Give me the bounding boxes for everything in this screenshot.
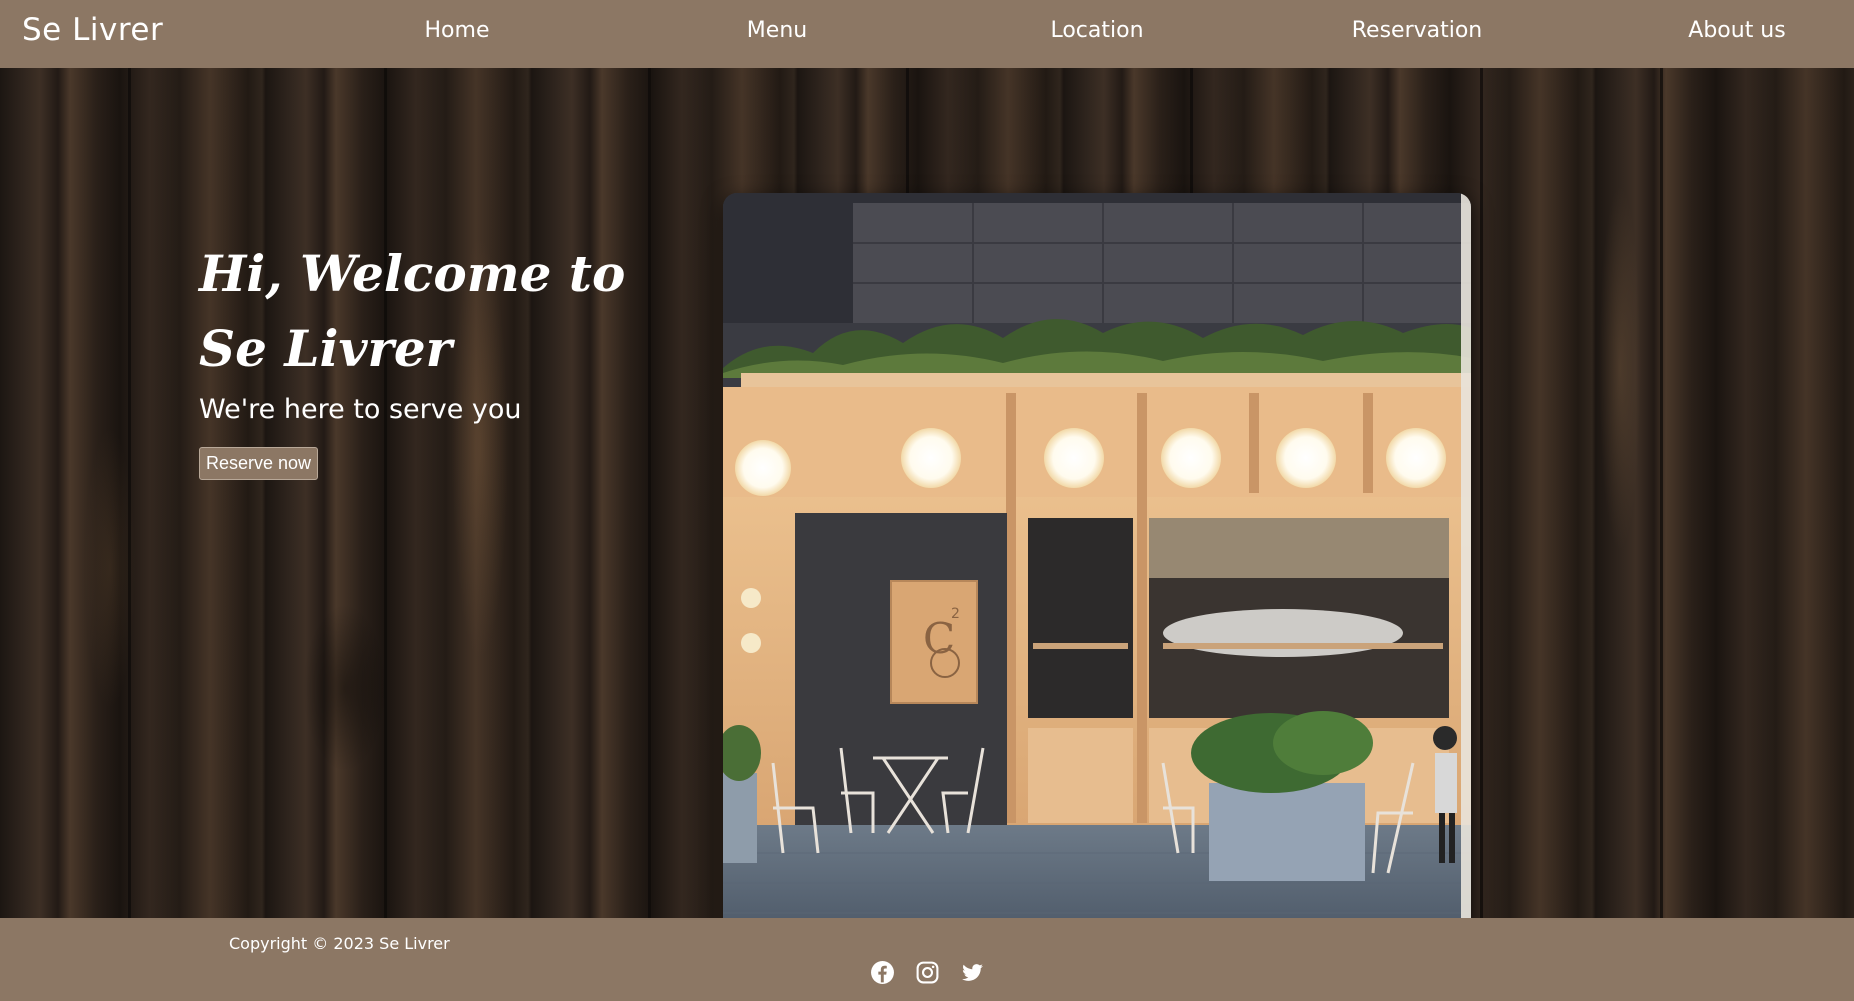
hero-section: Hi, Welcome to Se Livrer We're here to s…: [0, 68, 1854, 918]
top-navbar: Se Livrer Home Menu Location Reservation…: [0, 0, 1854, 68]
svg-text:2: 2: [951, 606, 960, 622]
plank-divider: [648, 68, 651, 918]
nav-home[interactable]: Home: [425, 18, 490, 43]
plank-divider: [1480, 68, 1483, 918]
hero-text-block: Hi, Welcome to Se Livrer We're here to s…: [199, 236, 629, 480]
twitter-icon[interactable]: [960, 960, 985, 985]
hero-subtitle: We're here to serve you: [199, 394, 522, 425]
plank-divider: [384, 68, 387, 918]
nav-location[interactable]: Location: [1050, 18, 1143, 43]
reserve-now-button[interactable]: Reserve now: [199, 447, 319, 480]
facebook-icon[interactable]: [870, 960, 895, 985]
plank-divider: [128, 68, 131, 918]
social-links: [870, 960, 985, 985]
nav-about-us[interactable]: About us: [1688, 18, 1785, 43]
instagram-icon[interactable]: [915, 960, 940, 985]
cafe-storefront-image: C 2: [723, 193, 1471, 918]
nav-menu[interactable]: Menu: [747, 18, 807, 43]
nav-reservation[interactable]: Reservation: [1352, 18, 1483, 43]
plank-divider: [1660, 68, 1663, 918]
brand-logo[interactable]: Se Livrer: [22, 12, 163, 48]
cafe-photo: C 2: [723, 193, 1471, 918]
footer: Copyright © 2023 Se Livrer: [0, 918, 1854, 1001]
copyright-text: Copyright © 2023 Se Livrer: [229, 934, 450, 953]
hero-title: Hi, Welcome to Se Livrer: [199, 244, 626, 378]
